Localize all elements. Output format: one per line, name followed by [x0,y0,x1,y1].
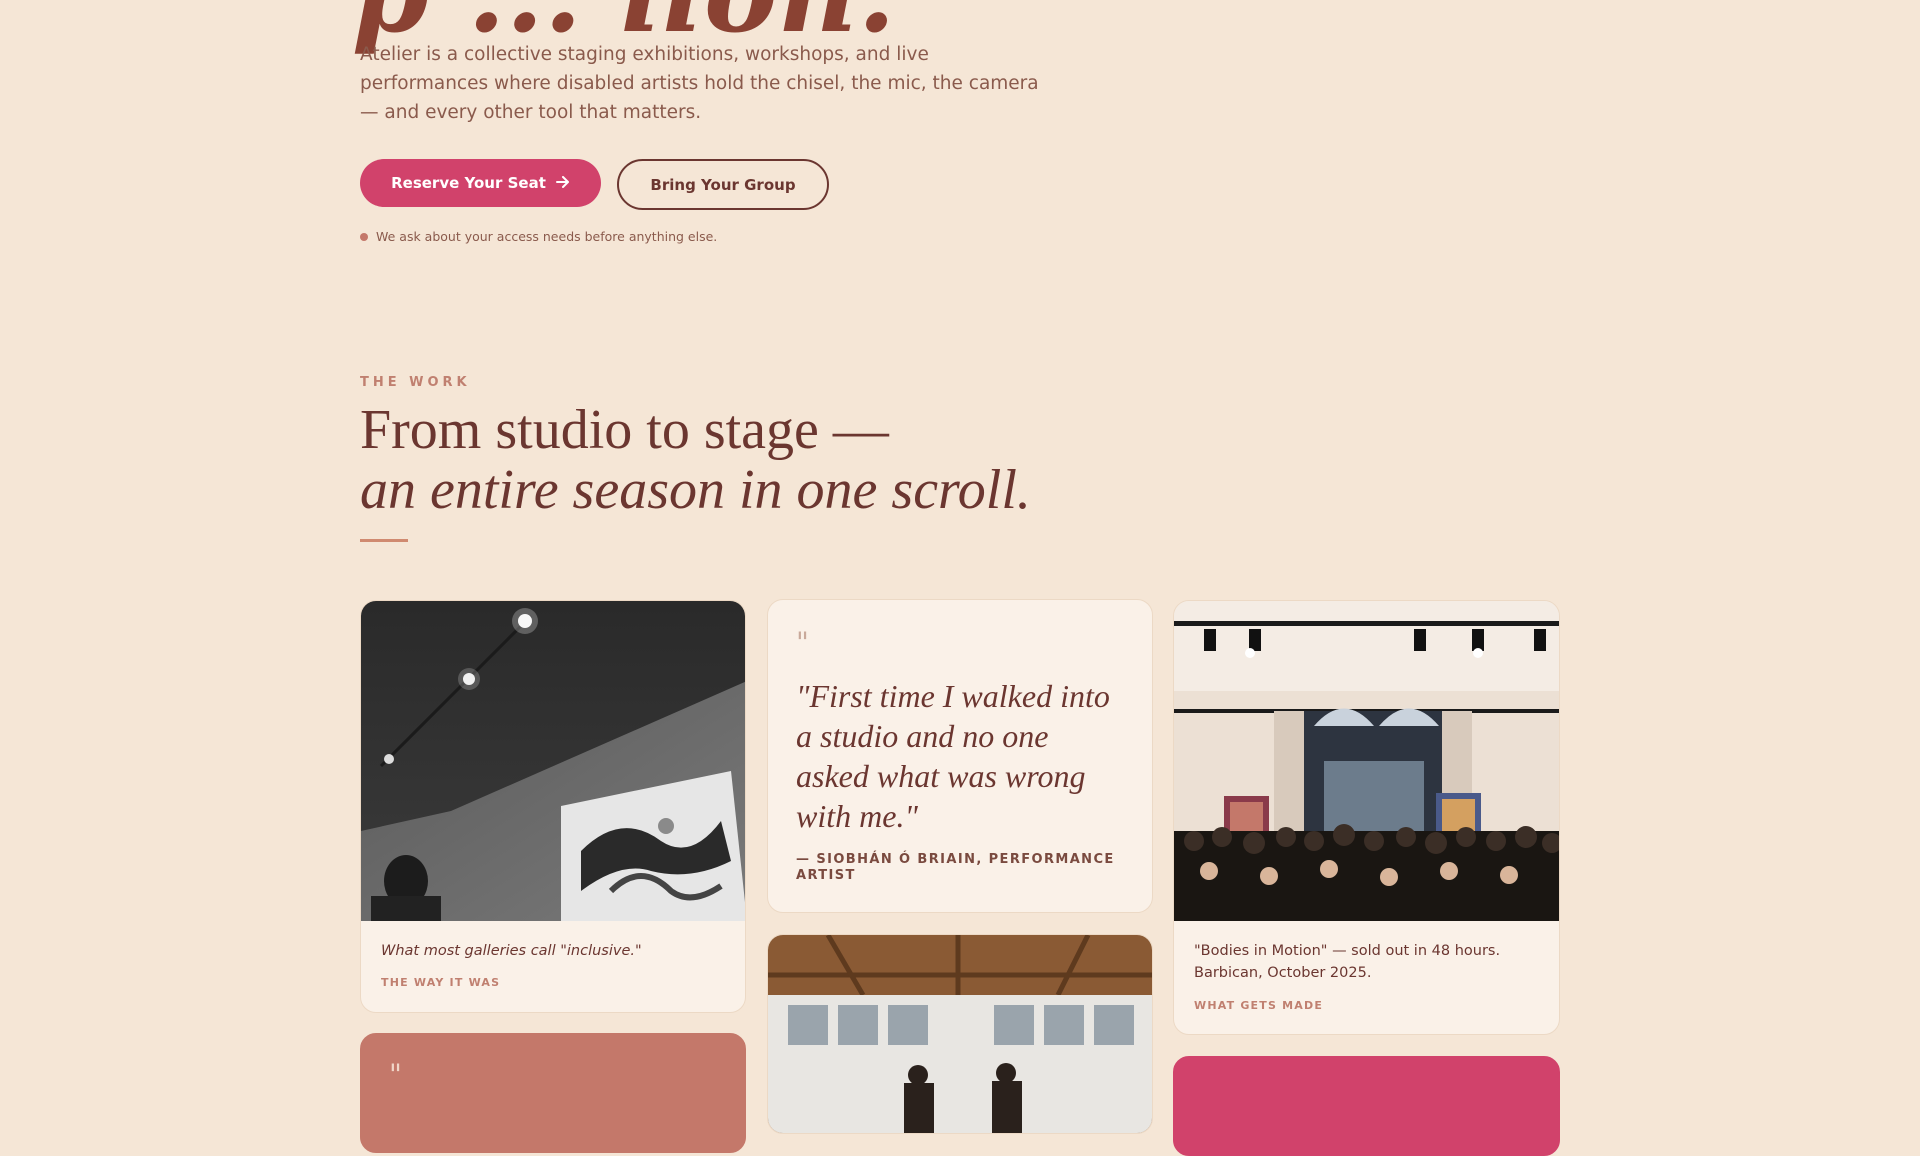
quote-card: " "First time I walked into a studio and… [767,599,1153,913]
bullet-dot-icon [360,232,368,241]
event-card[interactable]: "Bodies in Motion" — sold out in 48 hour… [1173,600,1560,1035]
quote-text: "First time I walked into a studio and n… [796,678,1110,834]
quote-mark-icon: " [796,626,809,659]
partial-quote-card: " [360,1033,746,1153]
workshop-card[interactable] [767,934,1153,1134]
gallery-card[interactable]: What most galleries call "inclusive." TH… [360,600,746,1013]
access-note: We ask about your access needs before an… [360,229,717,244]
section-eyebrow: THE WORK [360,375,471,390]
gallery-label: THE WAY IT WAS [381,976,501,989]
gallery-caption: What most galleries call "inclusive." [381,943,642,959]
section-title: From studio to stage — an entire season … [360,400,1031,520]
event-photo [1174,601,1559,921]
partial-accent-card [1173,1056,1560,1156]
quote-attribution: — SIOBHÁN Ó BRIAIN, PERFORMANCE ARTIST [796,852,1115,883]
reserve-seat-button[interactable]: Reserve Your Seat [360,159,601,207]
bring-group-label: Bring Your Group [650,175,796,194]
section-divider [360,539,408,542]
access-note-text: We ask about your access needs before an… [376,229,718,244]
section-title-line2: an entire season in one scroll. [360,459,1031,521]
event-label: WHAT GETS MADE [1194,999,1324,1012]
section-title-line1: From studio to stage — [360,399,889,461]
gallery-photo [361,601,745,921]
bring-group-button[interactable]: Bring Your Group [617,159,829,210]
arrow-right-icon [555,174,570,192]
workshop-photo [768,935,1152,1133]
quote-mark-icon: " [389,1058,402,1091]
event-caption: "Bodies in Motion" — sold out in 48 hour… [1194,943,1501,981]
hero-intro: Atelier is a collective staging exhibiti… [360,44,1039,123]
reserve-seat-label: Reserve Your Seat [391,174,546,192]
